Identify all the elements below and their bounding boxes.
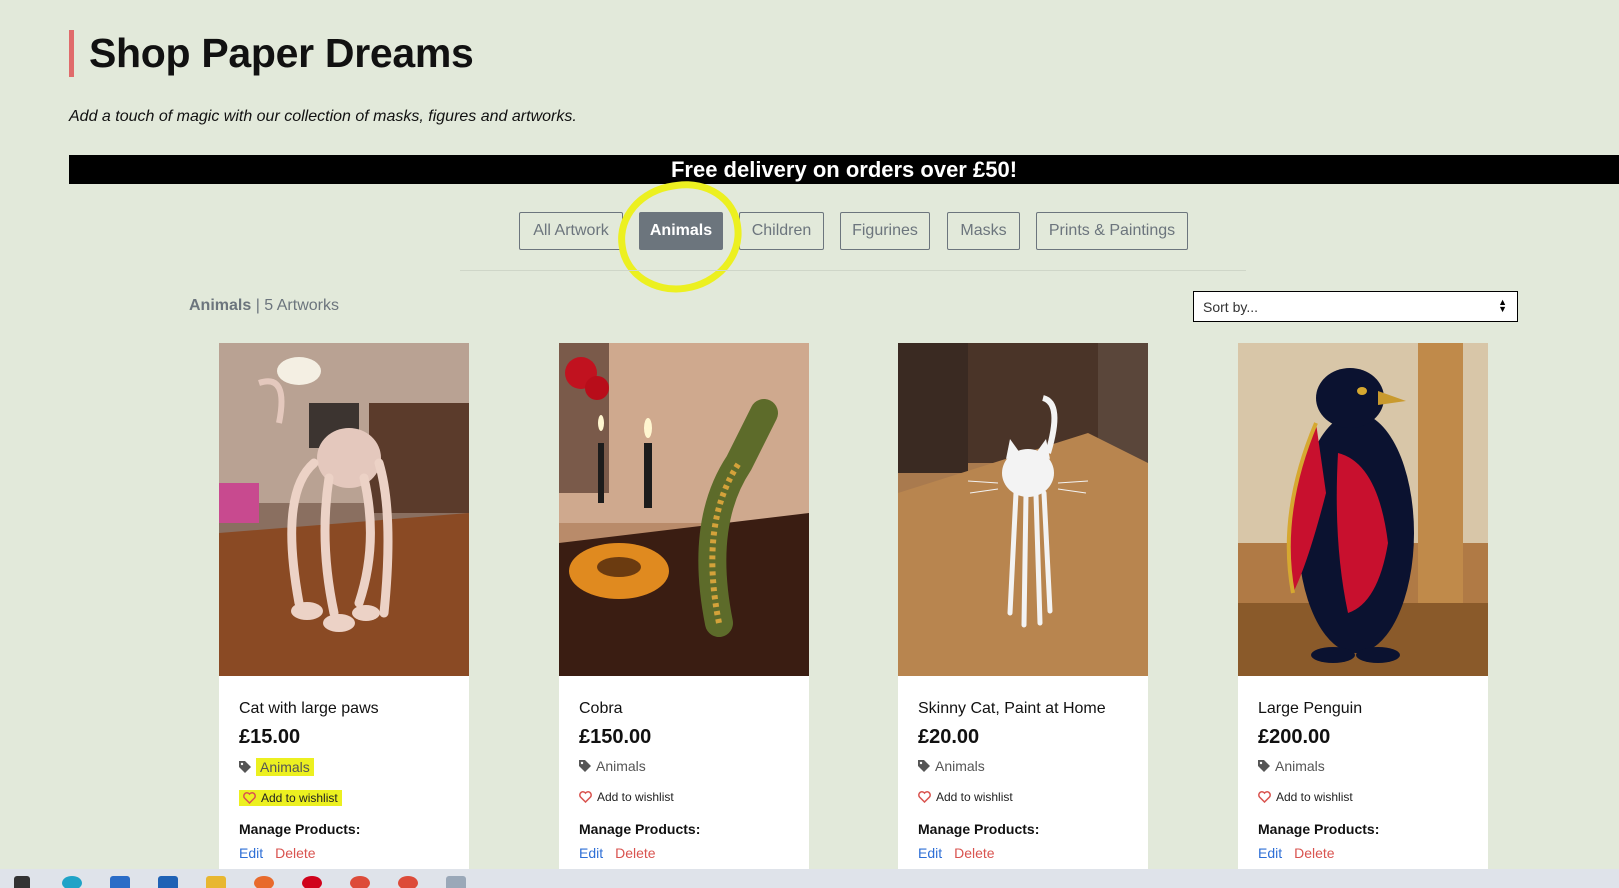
opera-icon[interactable] [302,876,322,888]
edge-browser-icon[interactable] [62,876,82,888]
product-category-label: Animals [256,758,314,776]
tag-icon [579,760,591,772]
add-to-wishlist-label: Add to wishlist [261,791,338,805]
add-to-wishlist-label: Add to wishlist [597,790,674,804]
edit-link[interactable]: Edit [579,845,603,861]
product-image-cat[interactable] [219,343,469,676]
notepad-icon[interactable] [446,876,466,888]
product-name[interactable]: Skinny Cat, Paint at Home [918,700,1106,718]
product-category-label: Animals [596,758,646,774]
delivery-banner: Free delivery on orders over £50! [69,155,1619,184]
product-name[interactable]: Cat with large paws [239,700,379,718]
file-explorer-icon[interactable] [206,876,226,888]
product-category[interactable]: Animals [918,758,985,774]
filter-all-artwork[interactable]: All Artwork [519,212,623,250]
filter-divider [460,270,1246,271]
filter-animals[interactable]: Animals [639,212,723,250]
product-image-cobra[interactable] [559,343,809,676]
delete-link[interactable]: Delete [615,845,655,861]
results-separator: | [251,297,265,314]
product-actions: Edit Delete [239,845,316,861]
edit-link[interactable]: Edit [239,845,263,861]
filter-children[interactable]: Children [739,212,824,250]
filter-figurines[interactable]: Figurines [840,212,930,250]
page-title-block: Shop Paper Dreams [69,30,474,77]
product-card: Skinny Cat, Paint at Home £20.00 Animals… [898,343,1148,888]
add-to-wishlist[interactable]: Add to wishlist [918,790,1013,804]
product-category-label: Animals [935,758,985,774]
product-name[interactable]: Cobra [579,700,623,718]
product-actions: Edit Delete [1258,845,1335,861]
tag-icon [239,761,251,773]
task-view-icon[interactable] [14,876,30,888]
sort-arrows-icon: ▲ ▼ [1498,297,1507,314]
heart-icon [1258,791,1271,803]
category-filter-bar: All Artwork Animals Children Figurines M… [0,212,1619,250]
delete-link[interactable]: Delete [1294,845,1334,861]
product-price: £200.00 [1258,726,1331,748]
product-image-penguin[interactable] [1238,343,1488,676]
mail-icon[interactable] [158,876,178,888]
filter-masks[interactable]: Masks [947,212,1020,250]
filter-prints-paintings[interactable]: Prints & Paintings [1036,212,1188,250]
firefox-icon[interactable] [254,876,274,888]
product-price: £150.00 [579,726,652,748]
product-image-skinny-cat[interactable] [898,343,1148,676]
add-to-wishlist[interactable]: Add to wishlist [239,790,342,806]
results-summary: Animals | 5 Artworks [189,297,339,315]
delivery-banner-text: Free delivery on orders over £50! [670,156,1018,182]
manage-products-label: Manage Products: [918,821,1040,837]
add-to-wishlist[interactable]: Add to wishlist [1258,790,1353,804]
chrome-icon[interactable] [398,876,418,888]
product-category[interactable]: Animals [1258,758,1325,774]
tag-icon [918,760,930,772]
heart-icon [918,791,931,803]
product-actions: Edit Delete [579,845,656,861]
product-category[interactable]: Animals [239,758,314,776]
results-count: 5 Artworks [264,297,339,314]
add-to-wishlist-label: Add to wishlist [1276,790,1353,804]
store-icon[interactable] [110,876,130,888]
heart-icon [579,791,592,803]
product-category-label: Animals [1275,758,1325,774]
product-actions: Edit Delete [918,845,995,861]
product-card: Large Penguin £200.00 Animals Add to wis… [1238,343,1488,888]
page-title: Shop Paper Dreams [89,30,474,76]
manage-products-label: Manage Products: [1258,821,1380,837]
page-tagline: Add a touch of magic with our collection… [69,108,577,125]
delete-link[interactable]: Delete [954,845,994,861]
add-to-wishlist-label: Add to wishlist [936,790,1013,804]
edit-link[interactable]: Edit [1258,845,1282,861]
sort-select[interactable]: Sort by... ▲ ▼ [1193,291,1518,322]
os-taskbar [0,869,1619,888]
product-category[interactable]: Animals [579,758,646,774]
heart-icon [243,792,256,804]
sort-placeholder: Sort by... [1203,298,1258,315]
tag-icon [1258,760,1270,772]
edit-link[interactable]: Edit [918,845,942,861]
add-to-wishlist[interactable]: Add to wishlist [579,790,674,804]
results-category: Animals [189,297,252,314]
delete-link[interactable]: Delete [275,845,315,861]
product-price: £20.00 [918,726,980,748]
product-card: Cobra £150.00 Animals Add to wishlist Ma… [559,343,809,888]
manage-products-label: Manage Products: [579,821,701,837]
manage-products-label: Manage Products: [239,821,361,837]
product-card: Cat with large paws £15.00 Animals Add t… [219,343,469,888]
chrome-icon[interactable] [350,876,370,888]
product-name[interactable]: Large Penguin [1258,700,1362,718]
product-price: £15.00 [239,726,301,748]
